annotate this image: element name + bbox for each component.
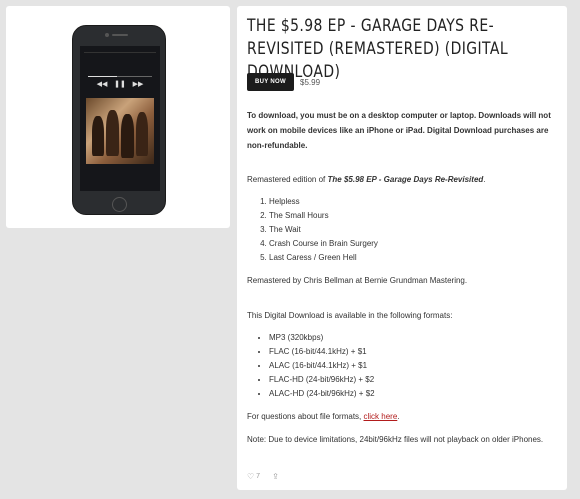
phone-screen: ◀◀ ❚❚ ▶▶	[80, 46, 160, 191]
format-item: ALAC-HD (24-bit/96kHz) + $2	[269, 387, 375, 401]
player-progress-bar	[88, 76, 152, 77]
remastered-by-text: Remastered by Chris Bellman at Bernie Gr…	[247, 276, 468, 285]
track-item: Crash Course in Brain Surgery	[269, 237, 378, 251]
download-notice: To download, you must be on a desktop co…	[247, 111, 551, 150]
track-item: Helpless	[269, 195, 378, 209]
social-actions: ♡ 7 ⇪	[247, 472, 279, 481]
product-image-card: ◀◀ ❚❚ ▶▶	[6, 6, 230, 228]
format-item: MP3 (320kbps)	[269, 331, 375, 345]
device-limitations-note: Note: Due to device limitations, 24bit/9…	[247, 435, 544, 444]
questions-prefix: For questions about file formats,	[247, 412, 364, 421]
buy-row: BUY NOW $5.99	[247, 73, 320, 91]
edition-prefix: Remastered edition of	[247, 175, 328, 184]
track-list: Helpless The Small Hours The Wait Crash …	[259, 195, 378, 265]
format-item: ALAC (16-bit/44.1kHz) + $1	[269, 359, 375, 373]
track-item: The Small Hours	[269, 209, 378, 223]
questions-suffix: .	[397, 412, 400, 421]
edition-suffix: .	[483, 175, 486, 184]
edition-text: Remastered edition of The $5.98 EP - Gar…	[247, 172, 559, 187]
phone-home-button	[112, 197, 127, 212]
product-price: $5.99	[300, 77, 321, 87]
album-art-image	[86, 98, 154, 164]
format-list: MP3 (320kbps) FLAC (16-bit/44.1kHz) + $1…	[259, 331, 375, 401]
phone-mockup-image: ◀◀ ❚❚ ▶▶	[72, 25, 166, 215]
track-item: The Wait	[269, 223, 378, 237]
player-status-bar	[84, 49, 156, 53]
phone-camera	[105, 33, 109, 37]
next-icon: ▶▶	[132, 80, 144, 88]
buy-now-button[interactable]: BUY NOW	[247, 73, 294, 91]
share-icon[interactable]: ⇪	[272, 472, 279, 481]
format-item: FLAC-HD (24-bit/96kHz) + $2	[269, 373, 375, 387]
pause-icon: ❚❚	[114, 80, 126, 88]
formats-intro-text: This Digital Download is available in th…	[247, 311, 453, 320]
edition-title: The $5.98 EP - Garage Days Re-Revisited	[327, 175, 484, 184]
previous-icon: ◀◀	[96, 80, 108, 88]
player-progress-fill	[88, 76, 117, 77]
file-formats-help-link[interactable]: click here	[364, 412, 398, 421]
heart-icon[interactable]: ♡	[247, 472, 254, 481]
like-count: 7	[256, 473, 261, 480]
file-format-questions: For questions about file formats, click …	[247, 409, 559, 424]
product-details-card: THE $5.98 EP - GARAGE DAYS RE-REVISITED …	[237, 6, 567, 490]
phone-speaker	[112, 34, 128, 36]
format-item: FLAC (16-bit/44.1kHz) + $1	[269, 345, 375, 359]
track-item: Last Caress / Green Hell	[269, 251, 378, 265]
player-controls: ◀◀ ❚❚ ▶▶	[80, 80, 160, 92]
